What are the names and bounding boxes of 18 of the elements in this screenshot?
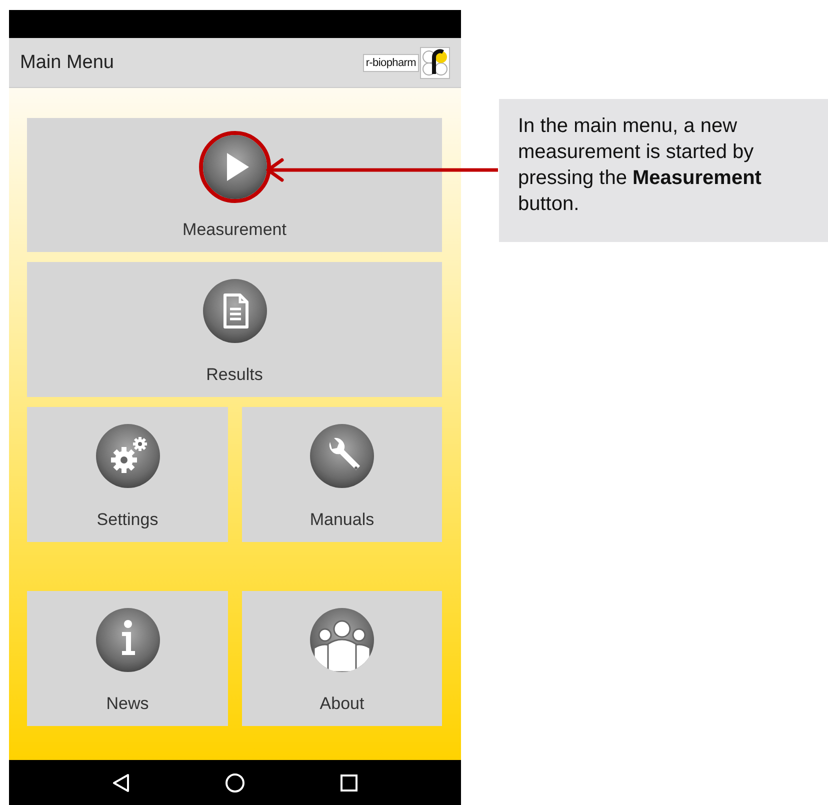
- recents-icon[interactable]: [340, 774, 358, 792]
- gears-icon: [96, 424, 160, 488]
- menu-tile[interactable]: Settings: [27, 407, 228, 542]
- callout-text: In the main menu, a new measurement is started by pressing the Measurement button.: [518, 114, 762, 217]
- wrench-icon: [310, 424, 374, 488]
- menu-tile[interactable]: Manuals: [242, 407, 442, 542]
- people-icon: [310, 608, 374, 672]
- home-icon[interactable]: [224, 772, 245, 792]
- menu-tile[interactable]: Results: [27, 262, 442, 397]
- logo-text: r-biopharm: [362, 54, 419, 72]
- logo-icon: [420, 46, 450, 78]
- document-icon: [202, 279, 266, 343]
- info-icon: [96, 608, 160, 672]
- menu-tile[interactable]: About: [242, 591, 442, 726]
- menu-tile[interactable]: News: [27, 591, 228, 726]
- menu-tile[interactable]: Measurement: [27, 118, 442, 252]
- back-icon[interactable]: [112, 772, 130, 792]
- screen-title: Main Menu: [20, 52, 114, 74]
